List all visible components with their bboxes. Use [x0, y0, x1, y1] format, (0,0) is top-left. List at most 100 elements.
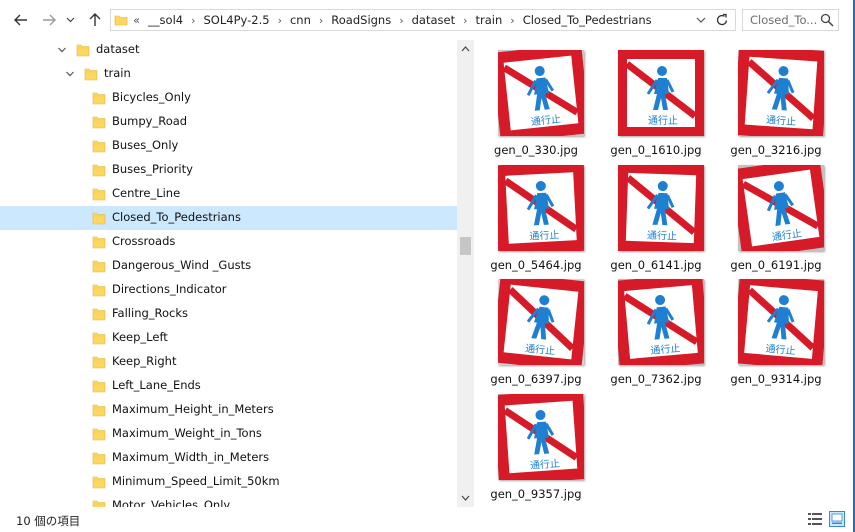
file-name: gen_0_1610.jpg	[610, 143, 702, 157]
folder-icon	[76, 42, 90, 58]
file-name: gen_0_7362.jpg	[610, 372, 702, 386]
folder-icon	[92, 90, 106, 106]
image-thumbnail[interactable]: 通行止	[498, 164, 584, 251]
tree-item[interactable]: Motor_Vehicles_Only	[0, 494, 457, 507]
tree-item[interactable]: Minimum_Speed_Limit_50km	[0, 470, 457, 494]
search-input[interactable]: Closed_To...	[750, 13, 817, 27]
breadcrumb-item[interactable]: SOL4Py-2.5	[204, 13, 270, 27]
tree-scrollbar[interactable]	[457, 40, 474, 507]
image-thumbnail[interactable]: 通行止	[498, 393, 584, 480]
tree-item[interactable]: Keep_Right	[0, 350, 457, 374]
file-item[interactable]: 通行止 gen_0_6191.jpg	[716, 159, 832, 272]
arrow-right-icon[interactable]	[40, 10, 58, 30]
image-thumbnail[interactable]: 通行止	[498, 279, 584, 365]
navigation-bar: « __sol4 › SOL4Py-2.5 › cnn › RoadSigns …	[0, 0, 855, 40]
tree-item[interactable]: Buses_Only	[0, 134, 457, 158]
scrollbar-thumb[interactable]	[460, 237, 471, 255]
details-view-icon[interactable]	[807, 511, 823, 527]
chevron-down-icon[interactable]	[64, 10, 76, 30]
file-item[interactable]: 通行止 gen_0_1610.jpg	[596, 44, 712, 157]
tree-item[interactable]: Buses_Priority	[0, 158, 457, 182]
tree-item[interactable]: Closed_To_Pedestrians	[0, 206, 457, 230]
tree-item[interactable]: Falling_Rocks	[0, 302, 457, 326]
image-thumbnail[interactable]: 通行止	[738, 50, 824, 136]
scroll-down-icon[interactable]	[459, 492, 472, 504]
folder-icon	[92, 378, 106, 394]
breadcrumb-item[interactable]: cnn	[290, 13, 311, 27]
chevron-right-icon[interactable]: ›	[399, 14, 403, 27]
breadcrumb-overflow[interactable]: «	[133, 13, 140, 27]
folder-icon	[92, 210, 106, 226]
breadcrumb-item[interactable]: __sol4	[148, 13, 183, 27]
large-icons-view-icon[interactable]	[829, 511, 845, 527]
chevron-right-icon[interactable]: ›	[191, 14, 195, 27]
tree-item[interactable]: Left_Lane_Ends	[0, 374, 457, 398]
tree-item-label: Bicycles_Only	[112, 90, 191, 104]
folder-icon	[92, 138, 106, 154]
folder-icon	[92, 354, 106, 370]
arrow-up-icon[interactable]	[86, 10, 104, 30]
file-name: gen_0_5464.jpg	[490, 257, 582, 272]
tree-item[interactable]: Keep_Left	[0, 326, 457, 350]
tree-item[interactable]: Bicycles_Only	[0, 86, 457, 110]
image-thumbnail[interactable]: 通行止	[618, 279, 704, 365]
tree-item[interactable]: Centre_Line	[0, 182, 457, 206]
tree-item-label: Directions_Indicator	[112, 282, 227, 296]
image-thumbnail[interactable]: 通行止	[618, 50, 704, 136]
file-name: gen_0_9357.jpg	[490, 486, 582, 501]
file-item[interactable]: 通行止 gen_0_9357.jpg	[476, 388, 592, 501]
tree-item[interactable]: Maximum_Height_in_Meters	[0, 398, 457, 422]
folder-icon	[92, 162, 106, 178]
tree-item-label: Keep_Right	[112, 354, 177, 368]
breadcrumb-item[interactable]: dataset	[412, 13, 455, 27]
breadcrumb-item[interactable]: train	[476, 13, 503, 27]
tree-item-label: Crossroads	[112, 234, 176, 248]
folder-icon	[92, 474, 106, 490]
address-dropdown-icon[interactable]	[695, 13, 707, 27]
chevron-right-icon[interactable]: ›	[319, 14, 323, 27]
refresh-icon[interactable]	[715, 12, 729, 28]
file-item[interactable]: 通行止 gen_0_7362.jpg	[596, 273, 712, 386]
scroll-up-icon[interactable]	[459, 43, 472, 55]
image-thumbnail[interactable]: 通行止	[738, 279, 824, 365]
tree-item[interactable]: Dangerous_Wind _Gusts	[0, 254, 457, 278]
tree-item[interactable]: Maximum_Width_in_Meters	[0, 446, 457, 470]
navigation-pane[interactable]: dataset train Bicycles_Only Bumpy_Road Buses…	[0, 40, 457, 507]
tree-item-label: Keep_Left	[112, 330, 168, 344]
breadcrumb: « __sol4 › SOL4Py-2.5 › cnn › RoadSigns …	[133, 10, 652, 30]
tree-item[interactable]: Bumpy_Road	[0, 110, 457, 134]
tree-item-label: Bumpy_Road	[112, 114, 188, 128]
image-thumbnail[interactable]: 通行止	[618, 164, 704, 251]
tree-item-expanded[interactable]: dataset	[0, 40, 457, 62]
tree-item-label: Maximum_Height_in_Meters	[112, 402, 274, 416]
image-thumbnail[interactable]: 通行止	[738, 164, 824, 251]
address-bar[interactable]: « __sol4 › SOL4Py-2.5 › cnn › RoadSigns …	[110, 9, 736, 31]
tree-item-label: Maximum_Width_in_Meters	[112, 450, 270, 464]
tree-item-label: Maximum_Weight_in_Tons	[112, 426, 262, 440]
image-thumbnail[interactable]: 通行止	[498, 50, 584, 136]
chevron-down-icon[interactable]	[64, 67, 76, 81]
file-item[interactable]: 通行止 gen_0_6397.jpg	[476, 273, 592, 386]
search-icon[interactable]	[820, 13, 834, 27]
chevron-right-icon[interactable]: ›	[510, 14, 514, 27]
breadcrumb-item-current[interactable]: Closed_To_Pedestrians	[523, 13, 652, 27]
chevron-down-icon[interactable]	[56, 43, 68, 57]
file-item[interactable]: 通行止 gen_0_330.jpg	[476, 44, 592, 157]
search-box[interactable]: Closed_To...	[742, 9, 839, 31]
tree-item[interactable]: Directions_Indicator	[0, 278, 457, 302]
tree-item-label: Dangerous_Wind _Gusts	[112, 258, 252, 272]
file-item[interactable]: 通行止 gen_0_9314.jpg	[716, 273, 832, 386]
breadcrumb-item[interactable]: RoadSigns	[331, 13, 391, 27]
tree-item-label: Falling_Rocks	[112, 306, 189, 320]
tree-item-label: train	[104, 66, 131, 80]
arrow-left-icon[interactable]	[12, 10, 30, 30]
chevron-right-icon[interactable]: ›	[463, 14, 467, 27]
folder-icon	[92, 498, 106, 507]
chevron-right-icon[interactable]: ›	[278, 14, 282, 27]
tree-item[interactable]: Maximum_Weight_in_Tons	[0, 422, 457, 446]
file-item[interactable]: 通行止 gen_0_5464.jpg	[476, 159, 592, 272]
file-item[interactable]: 通行止 gen_0_6141.jpg	[596, 159, 712, 272]
file-item[interactable]: 通行止 gen_0_3216.jpg	[716, 44, 832, 157]
tree-item-expanded[interactable]: train	[0, 62, 457, 86]
tree-item[interactable]: Crossroads	[0, 230, 457, 254]
